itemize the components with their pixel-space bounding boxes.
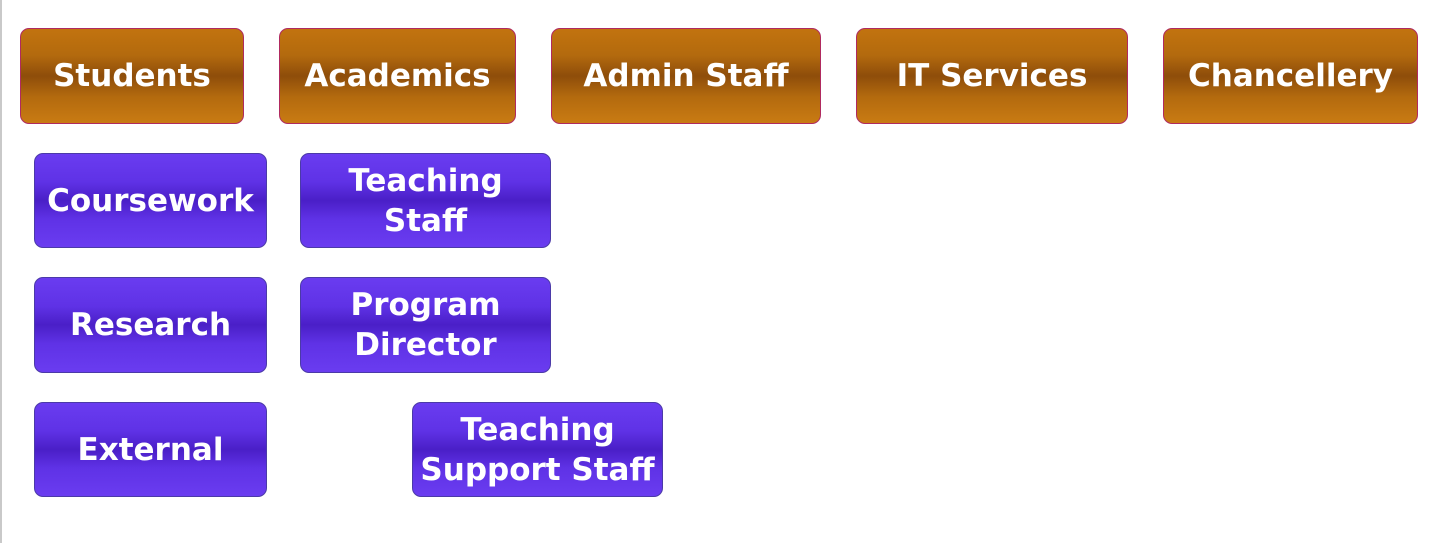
- students-item-external[interactable]: External: [34, 402, 267, 497]
- item-label-line1: Teaching: [460, 411, 615, 448]
- category-students[interactable]: Students: [20, 28, 244, 124]
- item-label-line2: Staff: [383, 202, 468, 239]
- category-it-services[interactable]: IT Services: [856, 28, 1128, 124]
- category-chancellery[interactable]: Chancellery: [1163, 28, 1418, 124]
- category-label: Chancellery: [1188, 58, 1393, 94]
- category-label: IT Services: [896, 58, 1088, 94]
- item-label-line1: Program: [350, 287, 501, 323]
- item-label-line2: Support Staff: [420, 451, 655, 488]
- students-item-research[interactable]: Research: [34, 277, 267, 373]
- academics-item-teaching-support-staff[interactable]: Teaching Support Staff: [412, 402, 663, 497]
- category-academics[interactable]: Academics: [279, 28, 516, 124]
- category-label: Admin Staff: [583, 58, 789, 94]
- item-label: External: [77, 431, 224, 468]
- academics-item-teaching-staff[interactable]: Teaching Staff: [300, 153, 551, 248]
- category-label: Academics: [304, 58, 491, 94]
- item-label: Research: [69, 307, 232, 343]
- category-label: Students: [53, 58, 211, 94]
- diagram-canvas: Students Academics Admin Staff IT Servic…: [0, 0, 1440, 543]
- item-label-line1: Teaching: [348, 162, 503, 199]
- academics-item-program-director[interactable]: Program Director: [300, 277, 551, 373]
- students-item-coursework[interactable]: Coursework: [34, 153, 267, 248]
- category-admin-staff[interactable]: Admin Staff: [551, 28, 821, 124]
- item-label-line2: Director: [354, 327, 497, 363]
- item-label: Coursework: [47, 182, 254, 219]
